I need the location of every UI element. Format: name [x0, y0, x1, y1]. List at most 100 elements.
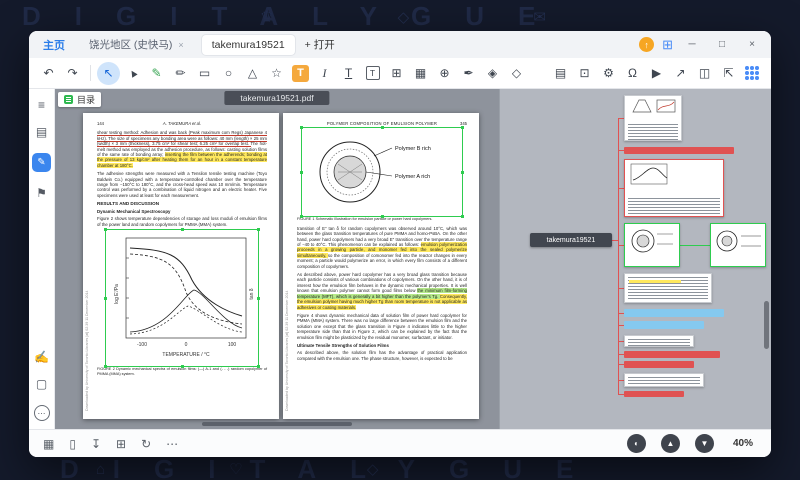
- svg-text:100: 100: [228, 342, 237, 348]
- selection-handle[interactable]: [300, 126, 303, 129]
- board-icon[interactable]: ◫: [693, 62, 716, 85]
- redo-icon[interactable]: ↷: [61, 62, 84, 85]
- tab-document-2[interactable]: takemura19521: [202, 35, 295, 55]
- signature-tool-icon[interactable]: ✒: [457, 62, 480, 85]
- page-down-button[interactable]: ▼: [695, 434, 714, 453]
- zoom-level[interactable]: 40%: [733, 438, 753, 449]
- ellipse-tool-icon[interactable]: ○: [217, 62, 240, 85]
- undo-icon[interactable]: ↶: [37, 62, 60, 85]
- mindmap-blue-bar[interactable]: [624, 321, 704, 329]
- pdf-page-right[interactable]: Downloaded by University of Toronto Libr…: [283, 113, 479, 419]
- statusbar: ▦ ▯ ↧ ⊞ ↻ ⋯ ◐ ▲ ▼ 40%: [29, 429, 771, 457]
- mindmap-root-node[interactable]: takemura19521: [530, 233, 612, 247]
- app-window: 主页 饶光地区 (史快马) × takemura19521 + 打开 ↑ ⊞ ─…: [29, 31, 771, 457]
- selection-handle[interactable]: [104, 297, 107, 300]
- table-tool-icon[interactable]: ⊞: [385, 62, 408, 85]
- figure-2-chart[interactable]: log E′/Pa tan δ -100 0 100 TEMPERATURE /…: [108, 232, 256, 364]
- export-icon[interactable]: ↧: [91, 437, 101, 451]
- eraser-tool-icon[interactable]: ◇: [505, 62, 528, 85]
- pdf-page-left[interactable]: Downloaded by University of Toronto Libr…: [83, 113, 279, 419]
- mindmap-panel[interactable]: takemura19521: [499, 89, 771, 429]
- selection-handle[interactable]: [300, 171, 303, 174]
- hand-tool-icon[interactable]: ✍: [34, 351, 49, 363]
- share-icon[interactable]: ↗: [669, 62, 692, 85]
- trash-icon[interactable]: ▯: [69, 437, 76, 451]
- selection-handle[interactable]: [461, 126, 464, 129]
- grid-view-icon[interactable]: ▦: [43, 437, 54, 451]
- mindmap-figure-node[interactable]: [624, 223, 680, 267]
- mindmap-figure-leaf-node[interactable]: [710, 223, 766, 267]
- figure-1-diagram[interactable]: Polymer B rich Polymer A rich: [304, 130, 460, 214]
- vertical-scrollbar[interactable]: [764, 301, 769, 349]
- file-name-label: takemura19521.pdf: [224, 91, 329, 105]
- open-file-button[interactable]: + 打开: [305, 37, 335, 52]
- underline-tool-icon[interactable]: T: [337, 62, 360, 85]
- annotations-icon[interactable]: ✎: [32, 153, 51, 172]
- dynamic-mechanical-chart: log E′/Pa tan δ -100 0 100 TEMPERATURE /…: [108, 232, 256, 364]
- apps-grid-icon[interactable]: ⊞: [662, 37, 673, 53]
- tab-document-1[interactable]: 饶光地区 (史快马) ×: [79, 35, 194, 55]
- selection-handle[interactable]: [181, 228, 184, 231]
- selection-handle[interactable]: [257, 297, 260, 300]
- svg-text:0: 0: [185, 342, 188, 348]
- print-icon[interactable]: ⊞: [116, 437, 126, 451]
- document-viewer[interactable]: 目录 takemura19521.pdf Downloaded by Unive…: [55, 89, 499, 429]
- mindmap-highlight-bar[interactable]: [624, 351, 720, 358]
- pages-icon[interactable]: ▤: [549, 62, 572, 85]
- sync-icon[interactable]: ↻: [141, 437, 151, 451]
- catalog-label: 目录: [77, 93, 95, 106]
- paragraph: The adhesive strengths were measured wit…: [97, 171, 267, 198]
- app-launcher-icon[interactable]: [745, 66, 759, 80]
- svg-text:TEMPERATURE / °C: TEMPERATURE / °C: [162, 352, 210, 358]
- mindmap-highlight-bar[interactable]: [624, 361, 694, 368]
- figure-caption: FIGURE 2 Dynamic mechanical spectra of e…: [97, 367, 267, 378]
- mindmap-blue-bar[interactable]: [624, 309, 724, 317]
- chart-tool-icon[interactable]: ▦: [409, 62, 432, 85]
- text-highlight-tool-icon[interactable]: T: [292, 65, 309, 82]
- menu-icon[interactable]: ≡: [38, 99, 45, 111]
- star-tool-icon[interactable]: ☆: [265, 62, 288, 85]
- mindmap-text-node[interactable]: [624, 159, 724, 217]
- more-icon[interactable]: ⋯: [166, 437, 178, 451]
- polygon-tool-icon[interactable]: △: [241, 62, 264, 85]
- select-tool-icon[interactable]: ↖: [97, 62, 120, 85]
- mindmap-text-node[interactable]: [624, 335, 694, 347]
- close-button[interactable]: ×: [741, 39, 763, 50]
- mindmap-text-node[interactable]: [624, 373, 704, 387]
- mindmap-thumbnail-node[interactable]: [624, 95, 682, 141]
- toolbar: ↶ ↷ ↖ ▲ ✎ ✏ ▭ ○ △ ☆ T I T T ⊞ ▦ ⊕ ✒ ◈ ◇ …: [29, 58, 771, 89]
- globe-tool-icon[interactable]: ⊕: [433, 62, 456, 85]
- catalog-tab[interactable]: 目录: [58, 92, 101, 107]
- maximize-button[interactable]: □: [711, 39, 733, 50]
- mindmap-text-node[interactable]: [624, 273, 712, 303]
- marker-tool-icon[interactable]: ✏: [169, 62, 192, 85]
- thumbnails-icon[interactable]: ▤: [36, 126, 47, 138]
- mindmap-highlight-bar[interactable]: [624, 391, 684, 397]
- cursor-tool-icon[interactable]: ▲: [121, 62, 144, 85]
- minimize-button[interactable]: ─: [681, 39, 703, 50]
- tab-close-icon[interactable]: ×: [178, 40, 183, 50]
- audio-icon[interactable]: Ω: [621, 62, 644, 85]
- settings-gear-icon[interactable]: ⚙: [597, 62, 620, 85]
- play-icon[interactable]: ▶: [645, 62, 668, 85]
- home-button[interactable]: 主页: [43, 37, 65, 53]
- screen-icon[interactable]: ▢: [36, 378, 47, 390]
- pen-tool-icon[interactable]: ✎: [145, 62, 168, 85]
- comments-icon[interactable]: ⋯: [34, 405, 50, 421]
- stamp-tool-icon[interactable]: ◈: [481, 62, 504, 85]
- update-notification-icon[interactable]: ↑: [639, 37, 654, 52]
- rectangle-tool-icon[interactable]: ▭: [193, 62, 216, 85]
- mindmap-highlight-bar[interactable]: [624, 147, 734, 154]
- bookmark-icon[interactable]: ⚑: [36, 187, 47, 199]
- selection-handle[interactable]: [257, 228, 260, 231]
- textbox-tool-icon[interactable]: T: [361, 62, 384, 85]
- selection-handle[interactable]: [381, 126, 384, 129]
- selection-handle[interactable]: [104, 228, 107, 231]
- page-up-button[interactable]: ▲: [661, 434, 680, 453]
- italic-tool-icon[interactable]: I: [313, 62, 336, 85]
- fullscreen-icon[interactable]: ⇱: [717, 62, 740, 85]
- capture-icon[interactable]: ⊡: [573, 62, 596, 85]
- horizontal-scrollbar[interactable]: [202, 422, 352, 426]
- selection-handle[interactable]: [461, 171, 464, 174]
- contrast-button[interactable]: ◐: [627, 434, 646, 453]
